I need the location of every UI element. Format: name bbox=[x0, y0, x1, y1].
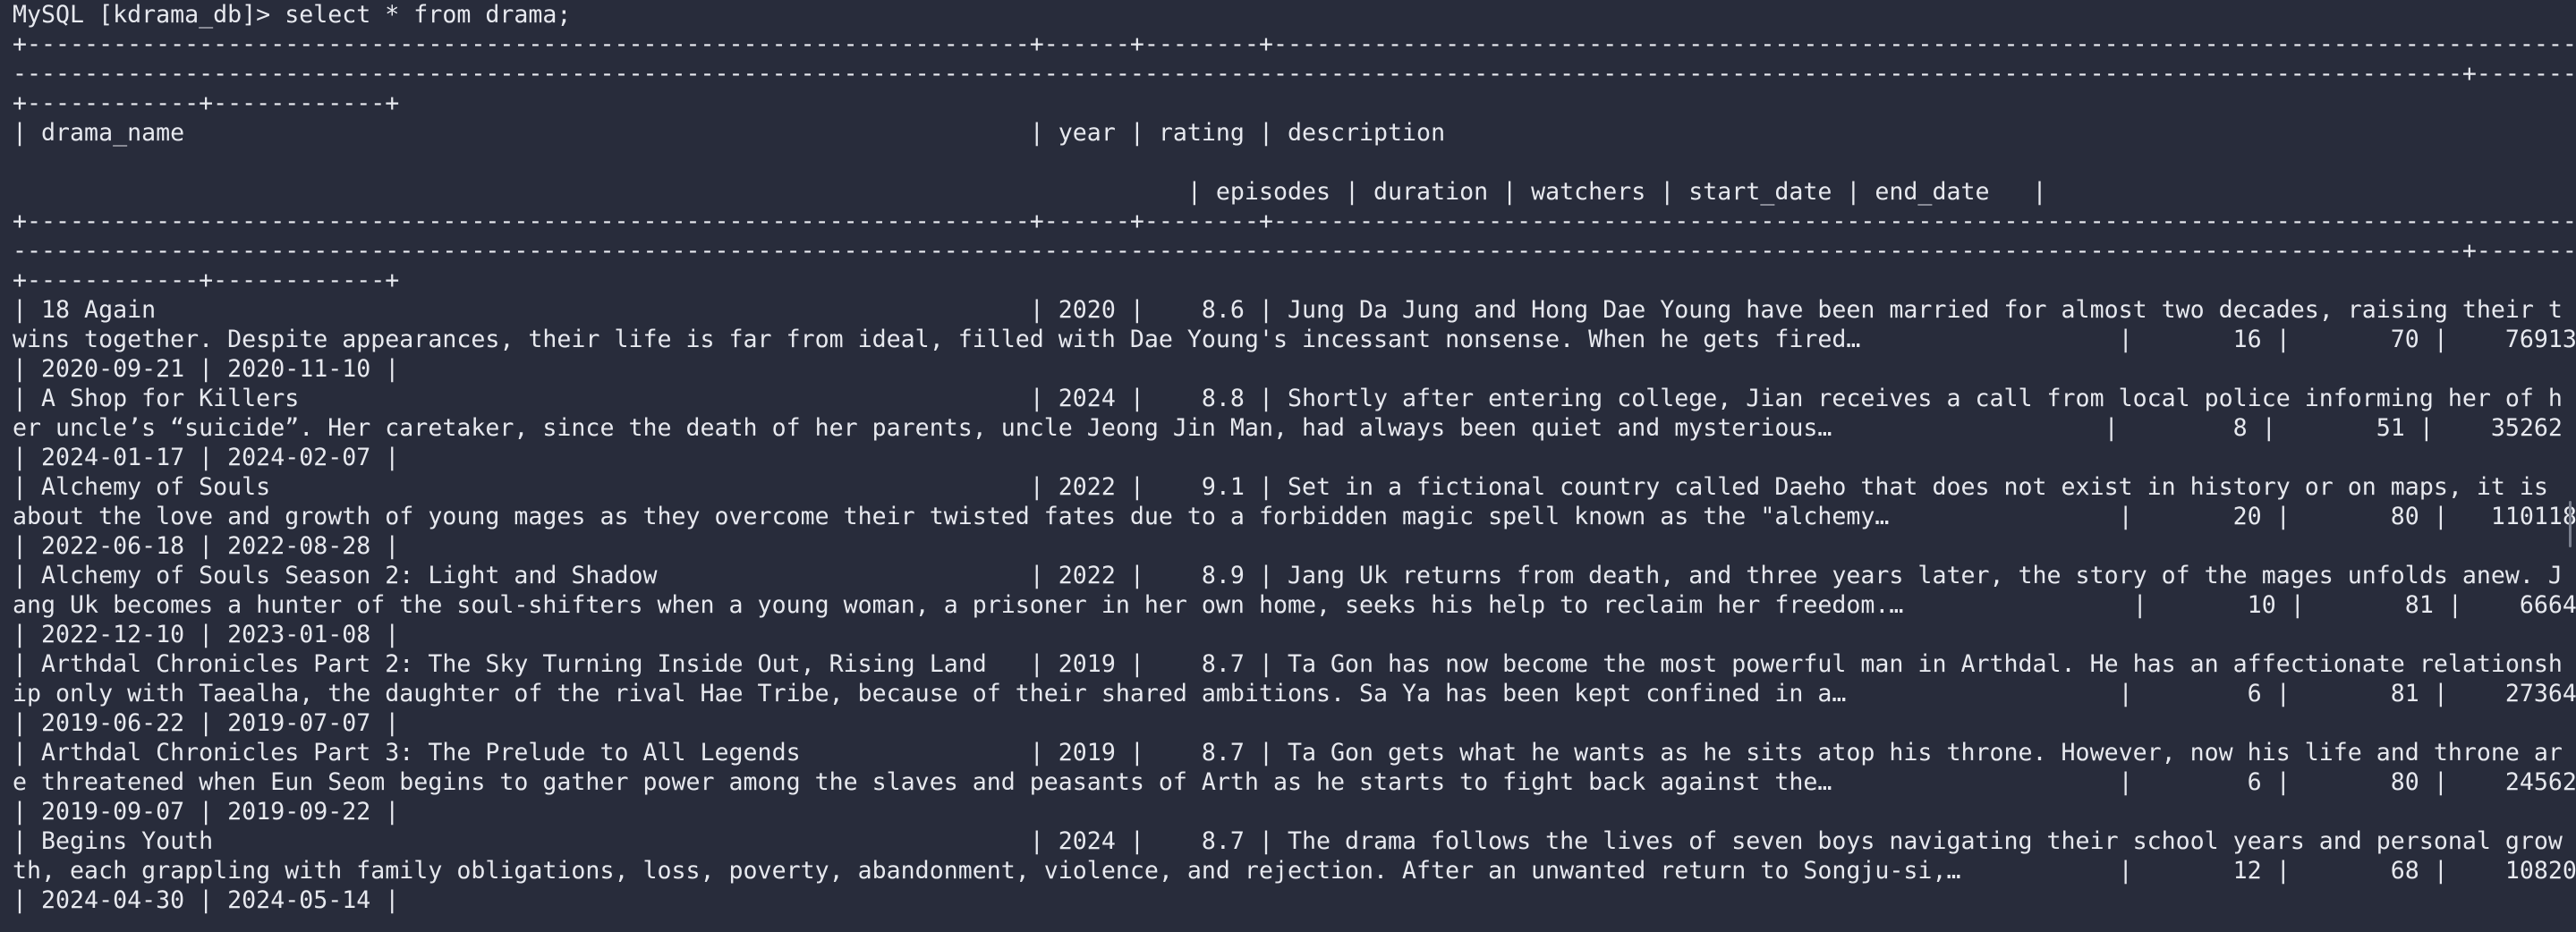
table-row: | 2022-12-10 | 2023-01-08 | bbox=[13, 621, 400, 648]
table-row: wins together. Despite appearances, thei… bbox=[13, 326, 2576, 353]
table-row: | A Shop for Killers | 2024 | 8.8 | Shor… bbox=[13, 385, 2563, 412]
table-row: | Arthdal Chronicles Part 2: The Sky Tur… bbox=[13, 650, 2563, 678]
table-header bbox=[13, 148, 2576, 177]
table-border: +------------+------------+ bbox=[13, 267, 400, 294]
table-row: th, each grappling with family obligatio… bbox=[13, 857, 2576, 885]
table-header: | episodes | duration | watchers | start… bbox=[13, 178, 2047, 206]
table-row: | Arthdal Chronicles Part 3: The Prelude… bbox=[13, 739, 2563, 767]
table-row: ip only with Taealha, the daughter of th… bbox=[13, 680, 2576, 707]
table-header: | drama_name | year | rating | descripti… bbox=[13, 119, 1446, 147]
table-row: | 2024-01-17 | 2024-02-07 | bbox=[13, 444, 400, 471]
terminal-output: MySQL [kdrama_db]> select * from drama; +… bbox=[13, 0, 2576, 915]
terminal-window[interactable]: MySQL [kdrama_db]> select * from drama; +… bbox=[0, 0, 2576, 932]
table-row: | 2019-06-22 | 2019-07-07 | bbox=[13, 709, 400, 737]
table-row: | 2019-09-07 | 2019-09-22 | bbox=[13, 798, 400, 826]
table-border: +---------------------------------------… bbox=[13, 208, 2576, 235]
table-row: er uncle’s “suicide”. Her caretaker, sin… bbox=[13, 414, 2563, 442]
table-border: ----------------------------------------… bbox=[13, 237, 2576, 265]
table-row: | 2022-06-18 | 2022-08-28 | bbox=[13, 532, 400, 560]
table-row: | Alchemy of Souls | 2022 | 9.1 | Set in… bbox=[13, 473, 2548, 501]
table-border: +------------+------------+ bbox=[13, 89, 400, 117]
table-row: | Begins Youth | 2024 | 8.7 | The drama … bbox=[13, 827, 2563, 855]
table-row: | 2024-04-30 | 2024-05-14 | bbox=[13, 886, 400, 914]
table-border: +---------------------------------------… bbox=[13, 30, 2576, 58]
scrollbar-thumb[interactable] bbox=[2569, 501, 2572, 547]
table-row: | 2020-09-21 | 2020-11-10 | bbox=[13, 355, 400, 383]
table-row: e threatened when Eun Seom begins to gat… bbox=[13, 768, 2576, 796]
table-row: about the love and growth of young mages… bbox=[13, 503, 2576, 530]
table-border: ----------------------------------------… bbox=[13, 60, 2576, 88]
table-row: | 18 Again | 2020 | 8.6 | Jung Da Jung a… bbox=[13, 296, 2563, 324]
table-row: | Alchemy of Souls Season 2: Light and S… bbox=[13, 562, 2563, 589]
table-row: ang Uk becomes a hunter of the soul-shif… bbox=[13, 591, 2576, 619]
prompt-line: MySQL [kdrama_db]> select * from drama; bbox=[13, 1, 572, 29]
